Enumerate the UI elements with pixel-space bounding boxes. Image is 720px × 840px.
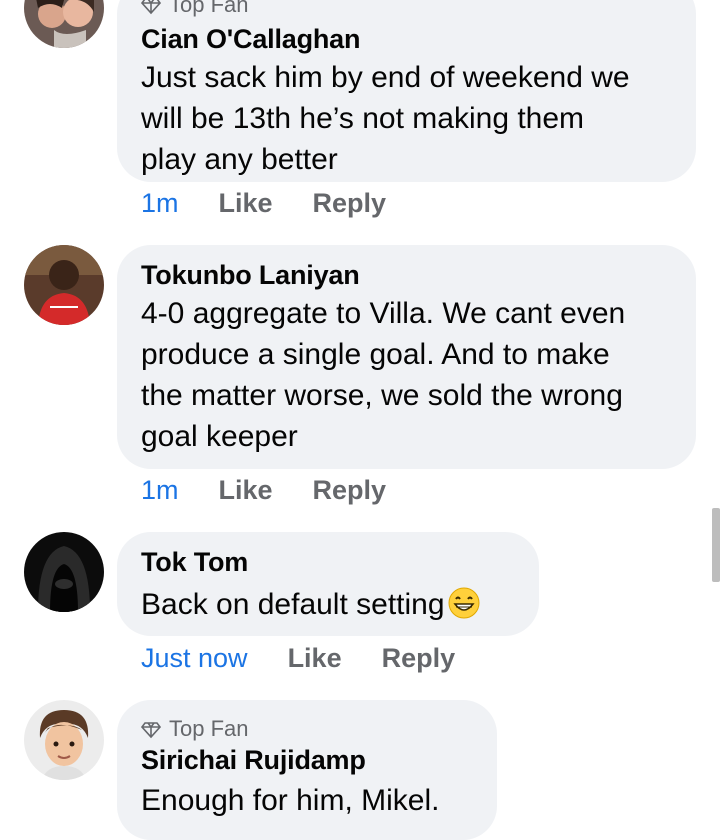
comment-line: Enough for him, Mikel. (141, 784, 440, 817)
comment-bubble: Top Fan Cian O'Callaghan Just sack him b… (117, 0, 696, 182)
comment-line: goal keeper (141, 420, 298, 453)
comment-actions: 1m Like Reply (141, 475, 386, 506)
comment-author[interactable]: Tok Tom (141, 546, 515, 578)
scrollbar[interactable] (712, 508, 720, 582)
diamond-icon (141, 722, 161, 739)
badge-label: Top Fan (169, 0, 249, 17)
comment-actions: 1m Like Reply (141, 188, 386, 219)
comment-timestamp[interactable]: Just now (141, 643, 248, 674)
diamond-icon (141, 0, 161, 15)
top-fan-badge: Top Fan (141, 0, 672, 18)
comment-bubble: Tok Tom Back on default setting (117, 532, 539, 636)
like-button[interactable]: Like (219, 475, 273, 506)
comment-bubble: Tokunbo Laniyan 4-0 aggregate to Villa. … (117, 245, 696, 469)
reply-button[interactable]: Reply (313, 188, 387, 219)
comment-timestamp[interactable]: 1m (141, 188, 179, 219)
top-fan-badge: Top Fan (141, 716, 473, 742)
reply-button[interactable]: Reply (313, 475, 387, 506)
avatar[interactable] (24, 532, 104, 612)
avatar[interactable] (24, 245, 104, 325)
comment-bubble: Top Fan Sirichai Rujidamp Enough for him… (117, 700, 497, 840)
avatar[interactable] (24, 700, 104, 780)
like-button[interactable]: Like (288, 643, 342, 674)
comment-line: will be 13th he’s not making them (141, 102, 585, 135)
like-button[interactable]: Like (219, 188, 273, 219)
comment-text: Back on default setting (141, 584, 515, 625)
comment-actions: Just now Like Reply (141, 643, 455, 674)
comment-author[interactable]: Cian O'Callaghan (141, 23, 672, 55)
comment-line: produce a single goal. And to make (141, 338, 610, 371)
badge-label: Top Fan (169, 716, 249, 741)
comment-line: 4-0 aggregate to Villa. We cant even (141, 297, 626, 330)
comment-line: Just sack him by end of weekend we (141, 61, 630, 94)
comment-author[interactable]: Sirichai Rujidamp (141, 744, 473, 776)
avatar[interactable] (24, 0, 104, 48)
comment-text: Enough for him, Mikel. (141, 780, 473, 821)
grinning-face-icon (448, 587, 480, 619)
comment-author[interactable]: Tokunbo Laniyan (141, 259, 672, 291)
reply-button[interactable]: Reply (382, 643, 456, 674)
comment-line: the matter worse, we sold the wrong (141, 379, 623, 412)
comment-text: 4-0 aggregate to Villa. We cant even pro… (141, 293, 672, 457)
comment-text: Just sack him by end of weekend we will … (141, 57, 672, 180)
comment-timestamp[interactable]: 1m (141, 475, 179, 506)
comment-line: Back on default setting (141, 588, 445, 621)
comment-line: play any better (141, 143, 338, 176)
